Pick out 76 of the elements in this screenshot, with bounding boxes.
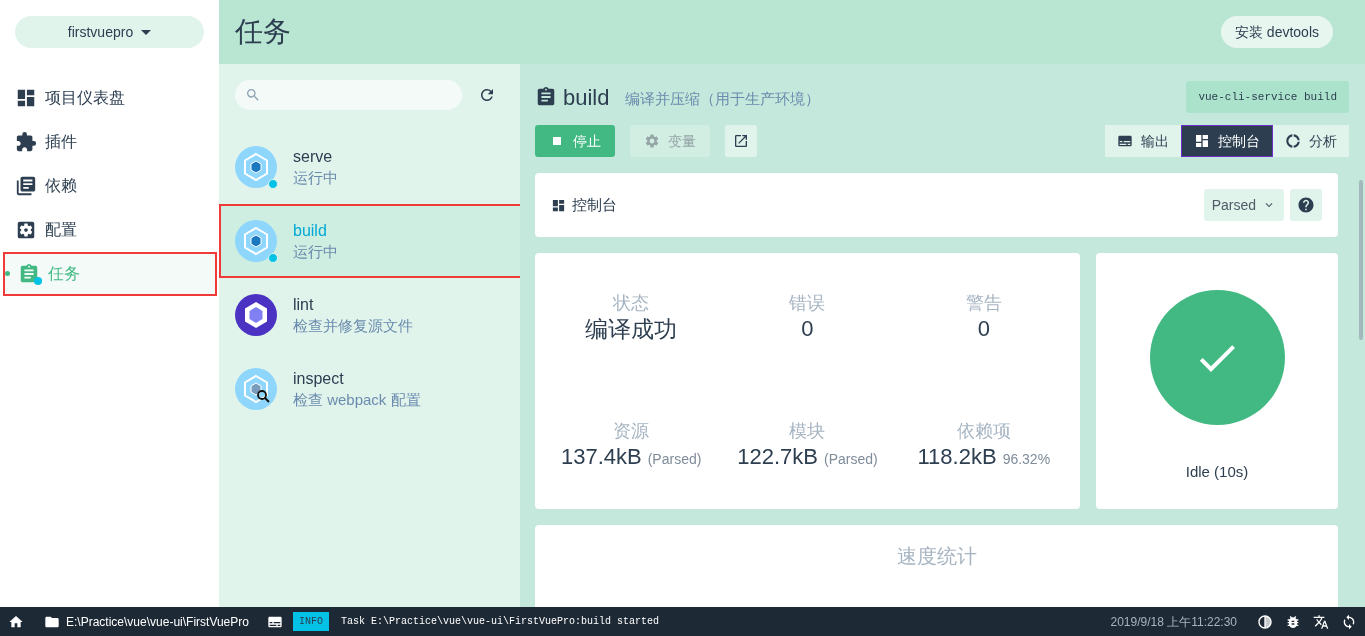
cube-icon <box>235 146 277 188</box>
task-description: 运行中 <box>293 168 338 188</box>
task-description: 编译并压缩（用于生产环境） <box>625 88 821 109</box>
gear-icon <box>644 133 660 149</box>
active-indicator <box>5 271 10 276</box>
translate-icon[interactable] <box>1313 613 1329 630</box>
stat-value: 0 <box>801 315 814 343</box>
devtools-button[interactable]: 安装 devtools <box>1220 16 1333 48</box>
task-name: inspect <box>293 369 345 389</box>
stat-label: 资源 <box>613 420 650 443</box>
nav-item[interactable]: 项目仪表盘 <box>0 76 219 120</box>
stat-value: 编译成功 <box>585 315 678 343</box>
bug-icon[interactable] <box>1285 613 1301 630</box>
stat-label: 依赖项 <box>956 420 1011 443</box>
clipboard-icon <box>18 263 40 285</box>
task-name: build <box>293 221 328 241</box>
stat-value: 0 <box>977 315 990 343</box>
project-path[interactable]: E:\Practice\vue\vue-ui\FirstVuePro <box>66 612 249 631</box>
gear-icon <box>15 219 37 241</box>
sync-icon[interactable] <box>1341 613 1357 630</box>
command-label: vue-cli-service build <box>1186 81 1349 113</box>
stat-label: 警告 <box>965 292 1002 315</box>
dashboard-icon <box>1194 133 1210 149</box>
view-tab[interactable]: 输出 <box>1105 125 1181 157</box>
task-item[interactable]: inspect 检查 webpack 配置 <box>219 352 520 426</box>
cube-magnifier-icon <box>235 368 277 410</box>
external-link-icon <box>733 133 749 149</box>
dashboard-icon <box>15 87 37 109</box>
log-level-badge: INFO <box>292 612 329 631</box>
stat-value: 137.4kB <box>560 443 642 471</box>
hexagon-logo-icon <box>235 294 277 336</box>
search-field[interactable] <box>235 80 462 110</box>
task-description: 运行中 <box>293 242 338 262</box>
donut-icon <box>1285 133 1301 149</box>
cube-icon <box>235 220 277 262</box>
caret-icon <box>141 29 152 35</box>
project-selector[interactable]: firstvuepro <box>15 16 204 48</box>
log-message[interactable]: Task E:\Practice\vue\vue-ui\FirstVuePro:build started <box>341 614 660 629</box>
card-title: 速度统计 <box>896 544 977 569</box>
open-external-button[interactable] <box>725 125 757 157</box>
dashboard-icon <box>551 197 566 213</box>
refresh-icon[interactable] <box>478 86 496 104</box>
contrast-icon[interactable] <box>1257 613 1273 630</box>
nav-item[interactable]: 依赖 <box>0 164 219 208</box>
size-select[interactable]: Parsed <box>1203 189 1284 221</box>
stat-note: (Parsed) <box>647 450 702 469</box>
stat-note: (Parsed) <box>824 450 878 469</box>
status-label: Idle (10s) <box>1185 462 1249 482</box>
task-description: 检查并修复源文件 <box>293 316 413 336</box>
task-description: 检查 webpack 配置 <box>293 390 421 410</box>
task-name: lint <box>293 295 315 315</box>
stat-value: 122.7kB <box>737 443 818 471</box>
clipboard-icon <box>535 86 557 108</box>
puzzle-icon <box>15 131 37 153</box>
stat-label: 模块 <box>789 420 826 443</box>
stat-value: 118.2kB <box>917 443 997 471</box>
view-tab[interactable]: 控制台 <box>1181 125 1273 157</box>
help-button[interactable] <box>1290 189 1322 221</box>
search-icon <box>245 87 261 103</box>
page-title: 任务 <box>235 15 291 49</box>
task-title: build <box>563 83 610 112</box>
help-icon <box>1297 196 1315 214</box>
nav-item[interactable]: 插件 <box>0 120 219 164</box>
stat-label: 状态 <box>613 292 650 315</box>
view-tab[interactable]: 分析 <box>1273 125 1349 157</box>
terminal-icon <box>1117 133 1133 149</box>
timestamp: 2019/9/18 上午11:22:30 <box>1110 613 1237 631</box>
task-item[interactable]: lint 检查并修复源文件 <box>219 278 520 352</box>
books-icon <box>15 175 37 197</box>
nav-item[interactable]: 配置 <box>0 208 219 252</box>
task-item[interactable]: serve 运行中 <box>219 130 520 204</box>
stat-note: 96.32% <box>1002 450 1051 469</box>
home-icon[interactable] <box>8 613 24 630</box>
card-title: 控制台 <box>572 194 617 215</box>
stat-label: 错误 <box>789 292 826 315</box>
task-name: serve <box>293 147 334 167</box>
